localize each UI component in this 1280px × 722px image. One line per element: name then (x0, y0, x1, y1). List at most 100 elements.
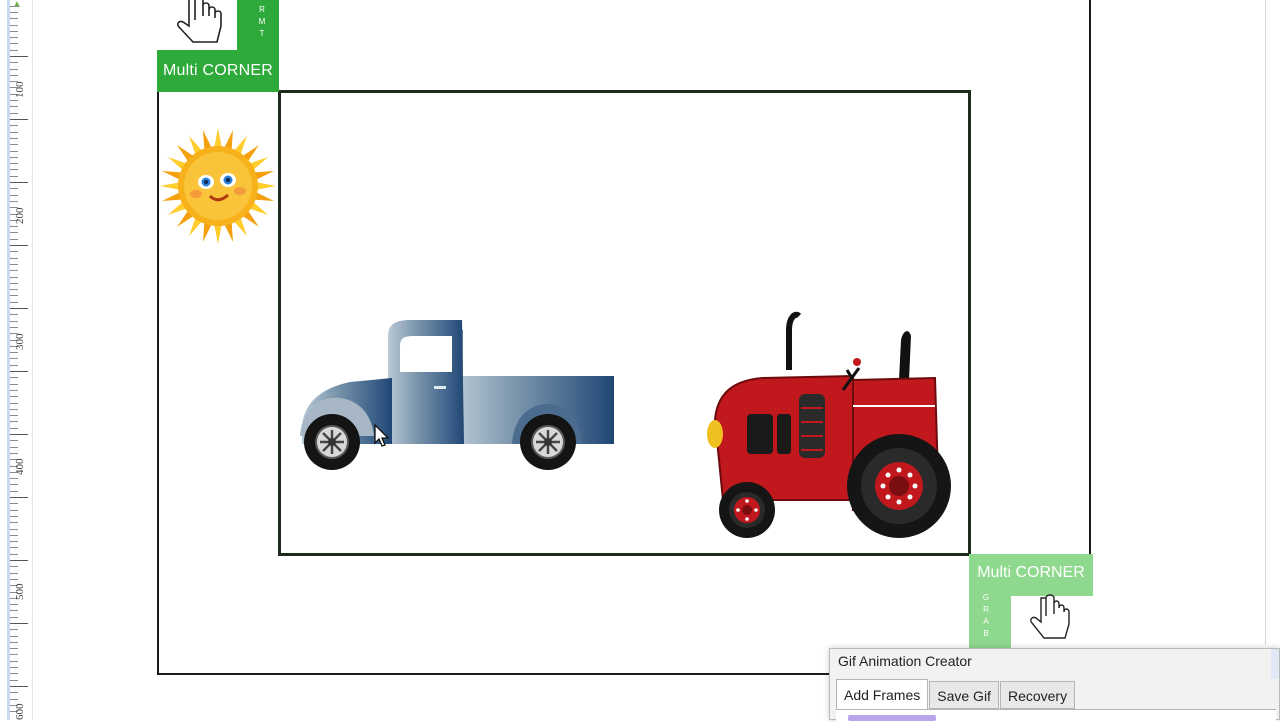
ruler-tick (10, 270, 18, 271)
ruler-tick (10, 636, 18, 637)
ruler-tick (10, 75, 18, 76)
ruler-tick (10, 516, 18, 517)
ruler-label: 400 (14, 458, 26, 476)
hand-cursor-icon (176, 0, 222, 43)
ruler-tick (10, 535, 18, 536)
ruler-tick (10, 680, 18, 681)
ruler-tick (10, 440, 18, 441)
ruler-tick (10, 31, 18, 32)
window-title: Gif Animation Creator (838, 653, 972, 669)
ruler-tick (10, 283, 18, 284)
ruler-tick (10, 654, 18, 655)
ruler-tick (10, 447, 18, 448)
tractor-icon[interactable] (703, 310, 953, 550)
ruler-tick (10, 37, 18, 38)
ruler-label: 500 (14, 583, 26, 601)
ruler-tick (10, 510, 18, 511)
ruler-tick (10, 573, 18, 574)
tab-recovery[interactable]: Recovery (999, 681, 1076, 709)
ruler-tick (10, 258, 18, 259)
ruler-tick (10, 403, 18, 404)
ruler-tick (10, 648, 18, 649)
ruler-tick (10, 491, 18, 492)
ruler-tick (10, 629, 18, 630)
multi-corner-handle-bottom-right[interactable]: Multi CORNER GRAB (969, 554, 1093, 648)
ruler-tick (10, 673, 18, 674)
ruler-tick (10, 321, 18, 322)
ruler-tick (10, 151, 18, 152)
ruler-tick (10, 541, 18, 542)
ruler-tick (10, 251, 18, 252)
ruler-tick (10, 560, 28, 561)
ruler-tick (10, 125, 18, 126)
ruler-tick (10, 409, 18, 410)
ruler-tick (10, 579, 18, 580)
window-edge (1271, 649, 1279, 679)
ruler-tick (10, 566, 18, 567)
ruler-tick (10, 144, 18, 145)
ruler-tick (10, 522, 18, 523)
ruler-tick (10, 604, 18, 605)
ruler-track (7, 0, 10, 720)
ruler-arrow-icon: ▲ (12, 0, 22, 10)
canvas-right-edge (1265, 0, 1266, 645)
ruler-tick (10, 56, 28, 57)
tab-add-frames[interactable]: Add Frames (836, 679, 929, 709)
ruler-tick (10, 642, 18, 643)
ruler-tick (10, 529, 18, 530)
sun-icon[interactable] (158, 124, 278, 248)
ruler-tick (10, 547, 18, 548)
ruler-tick (10, 617, 18, 618)
ruler-tick (10, 201, 18, 202)
ruler-tick (10, 377, 18, 378)
ruler-tick (10, 358, 18, 359)
ruler-tick (10, 132, 18, 133)
ruler-label: 100 (14, 81, 26, 99)
ruler-tick (10, 453, 18, 454)
ruler-tick (10, 264, 18, 265)
ruler-tick (10, 434, 28, 435)
ruler-tick (10, 484, 18, 485)
ruler-label: 600 (14, 703, 26, 721)
ruler-tick (10, 390, 18, 391)
corner-vertical-letters: GRAB (982, 593, 990, 638)
tab-bar: Add Frames Save Gif Recovery (836, 679, 1076, 709)
ruler-tick (10, 277, 18, 278)
multi-corner-label: Multi CORNER (163, 62, 273, 79)
ruler-tick (10, 421, 18, 422)
ruler-tick (10, 25, 18, 26)
ruler-tick (10, 43, 18, 44)
ruler-tick (10, 245, 28, 246)
multi-corner-handle-top-left[interactable]: RMT Multi CORNER (157, 0, 279, 92)
ruler-tick (10, 497, 28, 498)
ruler-tick (10, 6, 18, 7)
ruler-label: 200 (14, 207, 26, 225)
ruler-tick (10, 163, 18, 164)
ruler-tick (10, 384, 18, 385)
ruler-label: 300 (14, 333, 26, 351)
ruler-tick (10, 478, 18, 479)
ruler-tick (10, 554, 18, 555)
ruler-tick (10, 119, 28, 120)
ruler-tick (10, 415, 18, 416)
ruler-tick (10, 12, 18, 13)
ruler-tick (10, 100, 18, 101)
ruler-tick (10, 302, 18, 303)
ruler-tick (10, 396, 18, 397)
corner-vertical-letters: RMT (258, 5, 266, 38)
tab-save-gif[interactable]: Save Gif (929, 681, 999, 709)
gif-animation-creator-window[interactable]: Gif Animation Creator Add Frames Save Gi… (829, 648, 1280, 722)
ruler-tick (10, 182, 28, 183)
truck-icon[interactable] (296, 316, 621, 476)
ruler-tick (10, 308, 28, 309)
ruler-tick (10, 699, 18, 700)
ruler-tick (10, 610, 18, 611)
ruler-tick (10, 106, 18, 107)
ruler-tick (10, 232, 18, 233)
add-frames-button[interactable] (848, 715, 936, 721)
ruler-tick (10, 661, 18, 662)
ruler-tick (10, 327, 18, 328)
ruler-tick (10, 365, 18, 366)
vertical-ruler[interactable]: ▲ 100 200 300 400 500 600 (0, 0, 33, 720)
ruler-tick (10, 371, 28, 372)
